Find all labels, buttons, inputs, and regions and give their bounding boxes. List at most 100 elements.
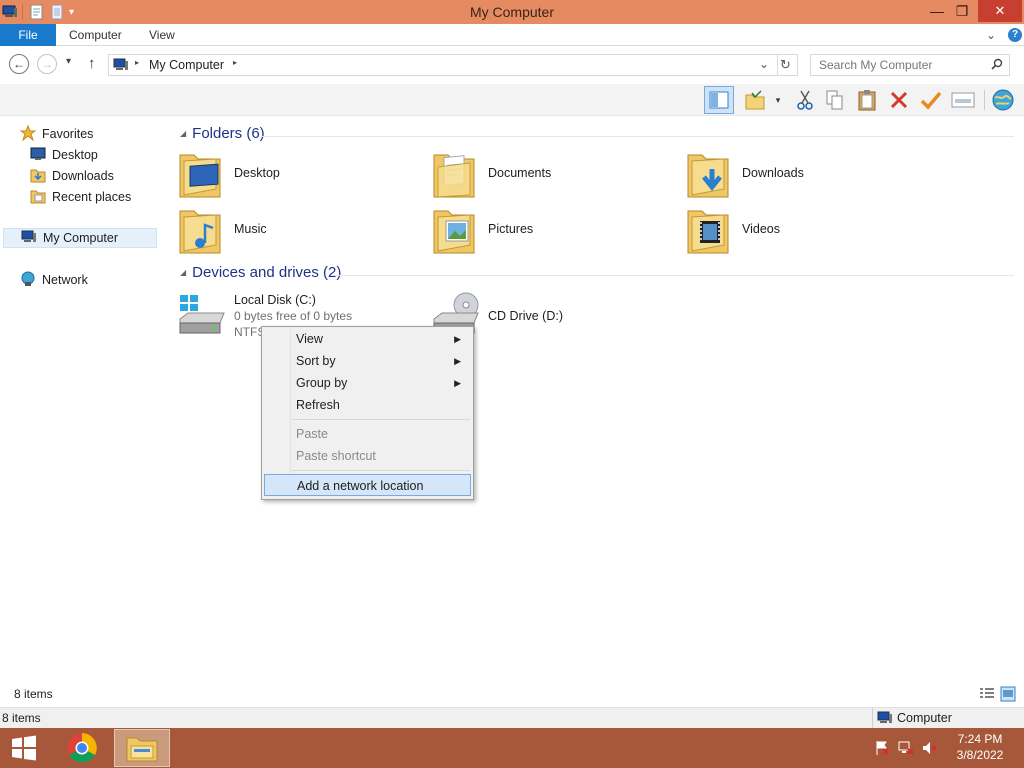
folder-documents[interactable]: Documents (432, 149, 682, 201)
nav-my-computer-label: My Computer (43, 231, 119, 245)
address-bar[interactable]: ▸ My Computer ▸ ⌄ ↻ (108, 54, 798, 76)
submenu-arrow-icon: ▶ (454, 378, 461, 388)
cd-drive-name: CD Drive (D:) (488, 309, 563, 323)
nav-desktop-label: Desktop (52, 148, 98, 162)
folder-desktop[interactable]: Desktop (178, 149, 428, 201)
item-count-bottom: 8 items (2, 711, 41, 725)
file-explorer-icon (126, 737, 158, 762)
videos-folder-icon (687, 210, 729, 254)
back-button[interactable]: ← (9, 54, 29, 74)
menu-item-view-label: View (296, 332, 323, 346)
collapse-arrow-icon[interactable]: ◢ (180, 129, 186, 138)
folders-header-label: Folders (6) (192, 125, 265, 142)
folder-downloads-label: Downloads (742, 166, 804, 180)
delete-icon[interactable] (886, 88, 912, 112)
menu-item-group-by[interactable]: Group by ▶ (264, 372, 471, 394)
folder-pictures-label: Pictures (488, 222, 534, 236)
status-location: Computer (897, 711, 952, 725)
nav-favorites[interactable]: Favorites (19, 124, 94, 144)
local-disk-free-space: 0 bytes free of 0 bytes (234, 309, 353, 323)
command-toolbar: ▾ (0, 84, 1024, 116)
title-bar: ▾ My Computer — ❐ ✕ (0, 0, 1024, 24)
recent-places-icon (30, 188, 46, 207)
nav-desktop[interactable]: Desktop (30, 145, 98, 165)
folder-videos[interactable]: Videos (686, 205, 936, 257)
folder-pictures[interactable]: Pictures (432, 205, 682, 257)
recent-locations-button[interactable]: ▾ (66, 56, 71, 67)
nav-downloads-label: Downloads (52, 169, 114, 183)
tab-computer[interactable]: Computer (69, 24, 122, 46)
folder-music[interactable]: Music (178, 205, 428, 257)
select-folder-icon[interactable] (742, 88, 768, 112)
maximize-button[interactable]: ❐ (947, 0, 977, 22)
menu-item-view[interactable]: View ▶ (264, 328, 471, 350)
menu-item-paste[interactable]: Paste (264, 423, 471, 445)
search-input[interactable]: Search My Computer (810, 54, 1010, 76)
menu-item-refresh[interactable]: Refresh (264, 394, 471, 416)
nav-network[interactable]: Network (20, 270, 88, 290)
nav-downloads[interactable]: Downloads (30, 166, 114, 186)
desktop-icon (30, 147, 46, 164)
preview-pane-icon[interactable] (704, 86, 734, 114)
search-icon[interactable] (991, 58, 1003, 73)
menu-item-sort-by[interactable]: Sort by ▶ (264, 350, 471, 372)
forward-button[interactable]: → (37, 54, 57, 74)
menu-item-paste-shortcut[interactable]: Paste shortcut (264, 445, 471, 467)
collapse-arrow-icon[interactable]: ◢ (180, 268, 186, 277)
music-folder-icon (179, 210, 221, 254)
item-count: 8 items (14, 687, 53, 701)
downloads-folder-icon (30, 167, 46, 186)
nav-favorites-label: Favorites (42, 127, 94, 141)
desktop-folder-icon (179, 154, 221, 198)
clock-time: 7:24 PM (957, 732, 1003, 746)
expand-ribbon-icon[interactable]: ⌄ (986, 24, 996, 46)
folders-group-header[interactable]: ◢ Folders (6) (180, 125, 265, 142)
menu-item-add-network-location[interactable]: Add a network location (264, 474, 471, 496)
breadcrumb-separator-2[interactable]: ▸ (233, 58, 237, 67)
cut-icon[interactable] (792, 88, 818, 112)
computer-icon (877, 711, 893, 728)
star-icon (19, 124, 37, 144)
volume-muted-icon[interactable] (922, 740, 938, 759)
close-button[interactable]: ✕ (978, 0, 1022, 22)
breadcrumb[interactable]: My Computer (149, 58, 224, 72)
menu-item-sort-by-label: Sort by (296, 354, 336, 368)
start-button[interactable] (0, 728, 48, 768)
nav-network-label: Network (42, 273, 88, 287)
tab-file[interactable]: File (0, 24, 56, 46)
large-icons-view-icon[interactable] (1000, 686, 1016, 705)
network-icon (20, 271, 36, 290)
ribbon-tabs: File Computer View ⌄ ? (0, 24, 1024, 46)
folder-videos-label: Videos (742, 222, 780, 236)
nav-recent-places[interactable]: Recent places (30, 187, 131, 207)
taskbar-file-explorer[interactable] (114, 729, 170, 767)
computer-icon (21, 230, 37, 247)
nav-my-computer[interactable]: My Computer (3, 228, 157, 248)
paste-icon[interactable] (854, 88, 880, 112)
taskbar-chrome[interactable] (60, 728, 104, 768)
address-dropdown-icon[interactable]: ⌄ (759, 57, 769, 71)
submenu-arrow-icon: ▶ (454, 334, 461, 344)
refresh-icon[interactable]: ↻ (780, 57, 791, 73)
network-status-icon[interactable] (898, 740, 914, 759)
submenu-arrow-icon: ▶ (454, 356, 461, 366)
hard-drive-icon (179, 295, 225, 334)
menu-separator (292, 470, 470, 471)
breadcrumb-separator[interactable]: ▸ (135, 58, 139, 67)
folder-downloads[interactable]: Downloads (686, 149, 936, 201)
network-globe-icon[interactable] (990, 88, 1016, 112)
properties-icon[interactable] (950, 88, 976, 112)
clock[interactable]: 7:24 PM 3/8/2022 (944, 731, 1016, 763)
select-dropdown-icon[interactable]: ▾ (770, 88, 786, 112)
copy-icon[interactable] (822, 88, 848, 112)
devices-group-header[interactable]: ◢ Devices and drives (2) (180, 264, 341, 281)
tab-view[interactable]: View (149, 24, 175, 46)
context-menu: View ▶ Sort by ▶ Group by ▶ Refresh Past… (261, 326, 474, 500)
downloads-folder-icon (687, 154, 729, 198)
help-icon[interactable]: ? (1008, 28, 1022, 42)
details-view-icon[interactable] (979, 687, 995, 704)
action-center-flag-icon[interactable] (874, 740, 890, 759)
rename-check-icon[interactable] (918, 88, 944, 112)
clock-date: 3/8/2022 (956, 748, 1004, 762)
up-button[interactable]: ↑ (88, 55, 96, 72)
